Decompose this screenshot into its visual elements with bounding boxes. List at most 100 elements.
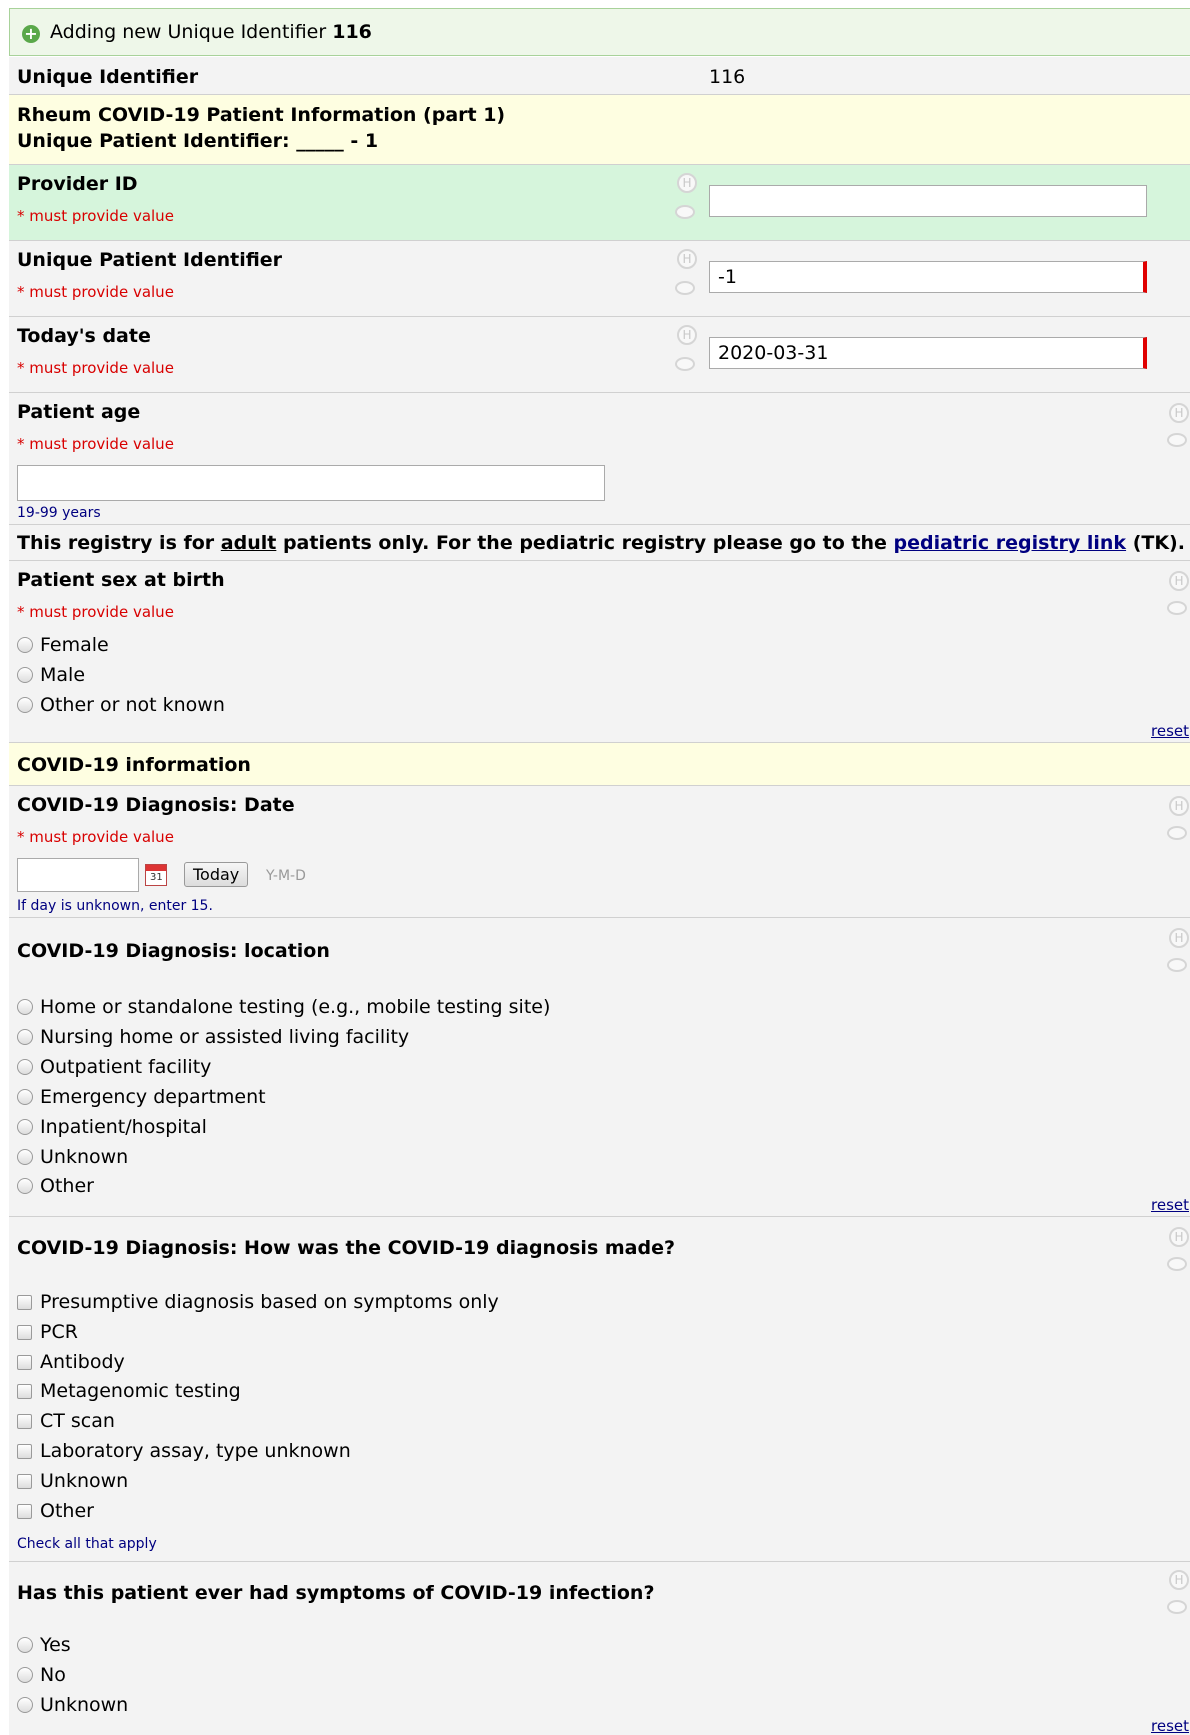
radio-button[interactable] bbox=[17, 1178, 33, 1194]
radio-button[interactable] bbox=[17, 637, 33, 653]
comment-icon[interactable] bbox=[1167, 826, 1187, 840]
checkbox[interactable] bbox=[17, 1354, 32, 1370]
history-icon[interactable]: H bbox=[1169, 1227, 1189, 1247]
comment-icon[interactable] bbox=[1167, 1257, 1187, 1271]
method-option[interactable]: CT scan bbox=[17, 1407, 115, 1435]
location-option[interactable]: Other bbox=[17, 1172, 94, 1200]
symptoms-row: Has this patient ever had symptoms of CO… bbox=[9, 1562, 1190, 1735]
option-label: Presumptive diagnosis based on symptoms … bbox=[40, 1291, 499, 1313]
patient-sex-row: Patient sex at birth * must provide valu… bbox=[9, 561, 1190, 743]
calendar-icon[interactable]: 31 bbox=[145, 864, 167, 886]
checkbox[interactable] bbox=[17, 1383, 32, 1399]
radio-button[interactable] bbox=[17, 999, 33, 1015]
comment-icon[interactable] bbox=[675, 357, 695, 371]
option-label: Outpatient facility bbox=[40, 1056, 212, 1078]
date-format-hint: Y-M-D bbox=[266, 868, 306, 884]
reset-link[interactable]: reset bbox=[1151, 722, 1189, 740]
symptoms-option-yes[interactable]: Yes bbox=[17, 1631, 71, 1659]
radio-button[interactable] bbox=[17, 667, 33, 683]
comment-icon[interactable] bbox=[1167, 1600, 1187, 1614]
section-subtitle: Unique Patient Identifier: _____ - 1 bbox=[17, 130, 379, 152]
dx-date-label: COVID-19 Diagnosis: Date bbox=[17, 794, 295, 816]
radio-button[interactable] bbox=[17, 1637, 33, 1653]
radio-button[interactable] bbox=[17, 697, 33, 713]
option-label: Male bbox=[40, 664, 86, 686]
today-date-input[interactable] bbox=[709, 337, 1147, 369]
checkbox[interactable] bbox=[17, 1473, 32, 1489]
sex-option-male[interactable]: Male bbox=[17, 661, 85, 689]
comment-icon[interactable] bbox=[675, 281, 695, 295]
sex-option-other[interactable]: Other or not known bbox=[17, 691, 225, 719]
notice-text-3: (TK). bbox=[1126, 532, 1185, 554]
pediatric-registry-link[interactable]: pediatric registry link bbox=[893, 532, 1126, 554]
method-option[interactable]: PCR bbox=[17, 1318, 78, 1346]
notice-adult: adult bbox=[220, 532, 277, 554]
method-option[interactable]: Antibody bbox=[17, 1348, 125, 1376]
patient-age-input[interactable] bbox=[17, 465, 605, 501]
radio-button[interactable] bbox=[17, 1059, 33, 1075]
today-date-row: Today's date * must provide value H bbox=[9, 317, 1190, 393]
dx-date-input[interactable] bbox=[17, 858, 139, 892]
history-icon[interactable]: H bbox=[1169, 796, 1189, 816]
checkbox[interactable] bbox=[17, 1413, 32, 1429]
radio-button[interactable] bbox=[17, 1149, 33, 1165]
dx-date-row: COVID-19 Diagnosis: Date * must provide … bbox=[9, 786, 1190, 918]
history-icon[interactable]: H bbox=[1169, 1570, 1189, 1590]
section-header-2: COVID-19 information bbox=[9, 743, 1190, 786]
comment-icon[interactable] bbox=[675, 205, 695, 219]
checkbox[interactable] bbox=[17, 1503, 32, 1519]
radio-button[interactable] bbox=[17, 1029, 33, 1045]
option-label: Metagenomic testing bbox=[40, 1380, 241, 1402]
comment-icon[interactable] bbox=[1167, 433, 1187, 447]
location-option[interactable]: Inpatient/hospital bbox=[17, 1113, 207, 1141]
today-button[interactable]: Today bbox=[184, 862, 249, 887]
checkbox[interactable] bbox=[17, 1443, 32, 1459]
option-label: Laboratory assay, type unknown bbox=[40, 1440, 351, 1462]
history-icon[interactable]: H bbox=[1169, 571, 1189, 591]
checkbox[interactable] bbox=[17, 1324, 32, 1340]
method-option[interactable]: Laboratory assay, type unknown bbox=[17, 1437, 351, 1465]
option-label: Unknown bbox=[40, 1470, 129, 1492]
history-icon[interactable]: H bbox=[677, 249, 697, 269]
comment-icon[interactable] bbox=[1167, 958, 1187, 972]
history-icon[interactable]: H bbox=[677, 173, 697, 193]
location-option[interactable]: Unknown bbox=[17, 1143, 128, 1171]
comment-icon[interactable] bbox=[1167, 601, 1187, 615]
method-option[interactable]: Presumptive diagnosis based on symptoms … bbox=[17, 1288, 499, 1316]
record-id-label: Unique Identifier bbox=[17, 66, 199, 88]
location-option[interactable]: Emergency department bbox=[17, 1083, 266, 1111]
symptoms-option-unknown[interactable]: Unknown bbox=[17, 1691, 128, 1719]
reset-link[interactable]: reset bbox=[1151, 1196, 1189, 1214]
dx-location-label: COVID-19 Diagnosis: location bbox=[17, 940, 330, 962]
checkbox[interactable] bbox=[17, 1294, 32, 1310]
required-note: * must provide value bbox=[17, 207, 174, 225]
radio-button[interactable] bbox=[17, 1119, 33, 1135]
upi-row: Unique Patient Identifier * must provide… bbox=[9, 241, 1190, 317]
required-note: * must provide value bbox=[17, 603, 174, 621]
history-icon[interactable]: H bbox=[677, 325, 697, 345]
option-label: Other or not known bbox=[40, 694, 225, 716]
history-icon[interactable]: H bbox=[1169, 403, 1189, 423]
method-option[interactable]: Unknown bbox=[17, 1467, 128, 1495]
today-date-label: Today's date bbox=[17, 325, 151, 347]
history-icon[interactable]: H bbox=[1169, 928, 1189, 948]
provider-id-input[interactable] bbox=[709, 185, 1147, 217]
patient-age-row: Patient age * must provide value H 19-99… bbox=[9, 393, 1190, 525]
radio-button[interactable] bbox=[17, 1089, 33, 1105]
symptoms-option-no[interactable]: No bbox=[17, 1661, 66, 1689]
location-option[interactable]: Home or standalone testing (e.g., mobile… bbox=[17, 993, 550, 1021]
patient-sex-label: Patient sex at birth bbox=[17, 569, 225, 591]
radio-button[interactable] bbox=[17, 1697, 33, 1713]
location-option[interactable]: Nursing home or assisted living facility bbox=[17, 1023, 409, 1051]
method-option[interactable]: Metagenomic testing bbox=[17, 1377, 241, 1405]
location-option[interactable]: Outpatient facility bbox=[17, 1053, 211, 1081]
section-title: COVID-19 information bbox=[17, 754, 251, 776]
required-note: * must provide value bbox=[17, 283, 174, 301]
sex-option-female[interactable]: Female bbox=[17, 631, 109, 659]
registry-notice-text: This registry is for adult patients only… bbox=[17, 532, 1185, 554]
method-option[interactable]: Other bbox=[17, 1497, 94, 1525]
upi-input[interactable] bbox=[709, 261, 1147, 293]
section-header-1: Rheum COVID-19 Patient Information (part… bbox=[9, 95, 1190, 165]
reset-link[interactable]: reset bbox=[1151, 1717, 1189, 1735]
radio-button[interactable] bbox=[17, 1667, 33, 1683]
